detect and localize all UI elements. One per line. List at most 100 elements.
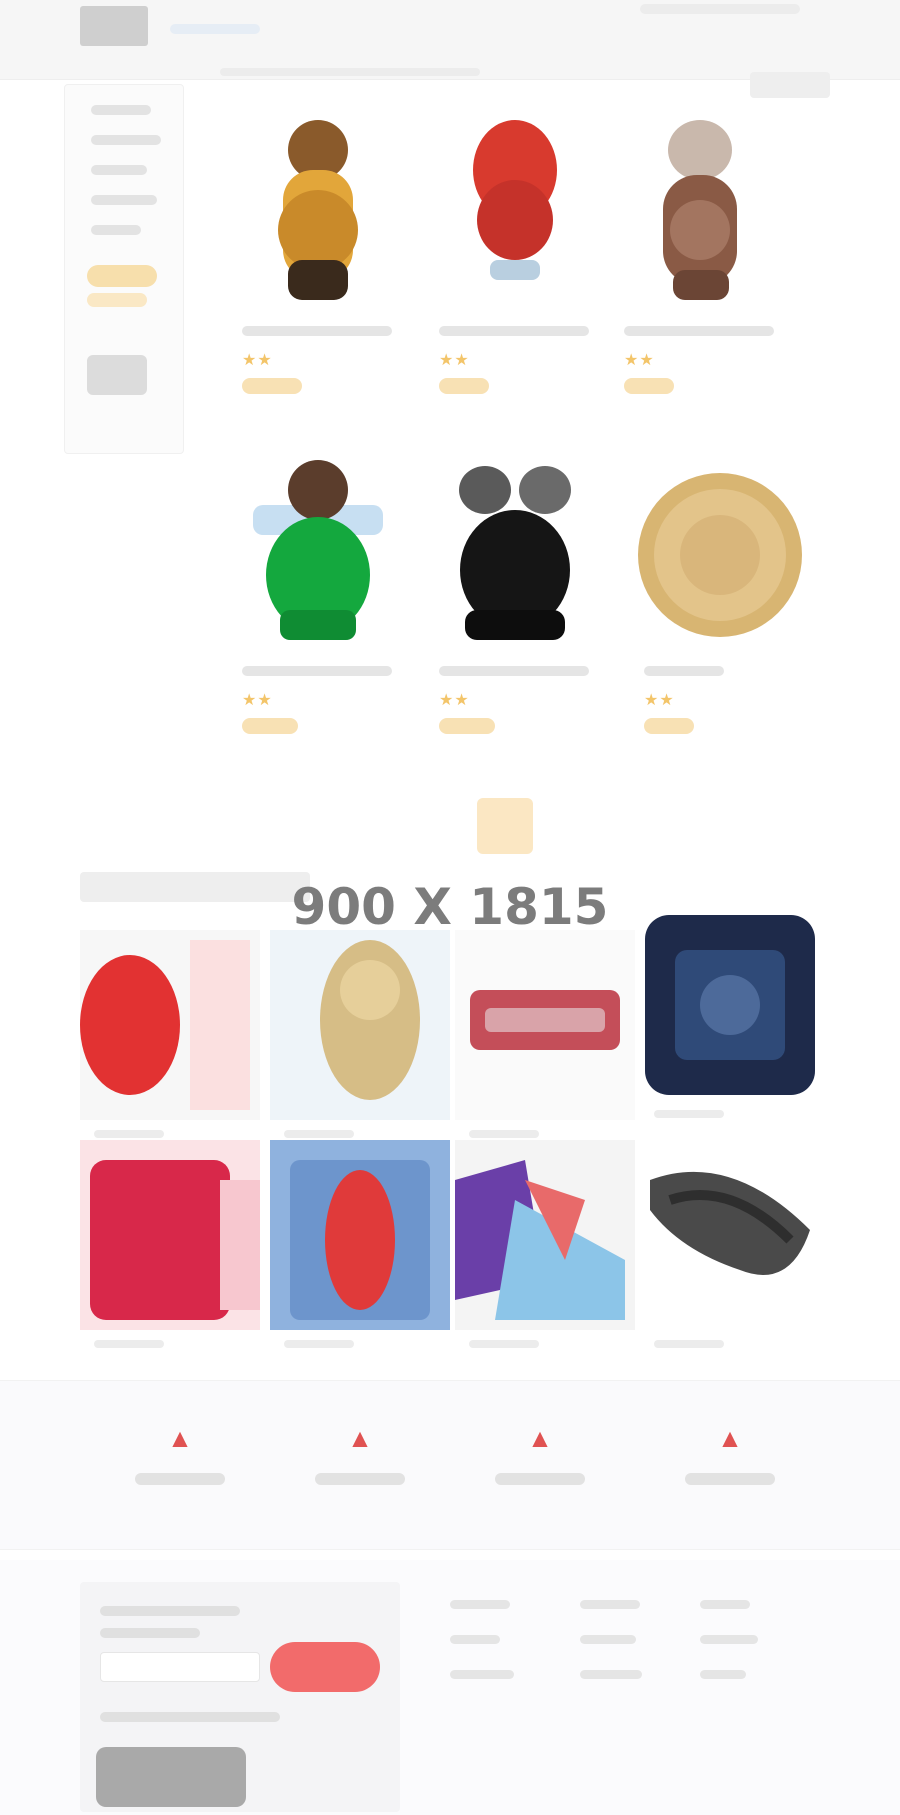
collection-caption[interactable] <box>284 1340 354 1348</box>
collection-image[interactable] <box>640 1140 820 1330</box>
product-title[interactable] <box>439 666 589 676</box>
product-image[interactable] <box>228 100 408 320</box>
collection-tile[interactable] <box>640 1140 820 1348</box>
collection-tile[interactable] <box>80 930 260 1138</box>
product-price <box>242 378 302 394</box>
collection-tile[interactable] <box>455 1140 635 1348</box>
filter-option[interactable] <box>91 135 161 145</box>
rating-filter[interactable] <box>87 293 147 307</box>
site-logo[interactable] <box>80 6 148 46</box>
rating-stars: ★★ <box>624 352 655 369</box>
filter-apply-button[interactable] <box>87 355 147 395</box>
collection-image[interactable] <box>80 930 260 1120</box>
product-card[interactable]: ★★ <box>228 440 408 770</box>
product-card[interactable]: ★★ <box>425 100 605 430</box>
collection-image[interactable] <box>270 1140 450 1330</box>
collection-caption[interactable] <box>284 1130 354 1138</box>
feature-text <box>685 1473 775 1485</box>
collection-tile[interactable] <box>640 910 820 1118</box>
product-price <box>242 718 298 734</box>
feature-item: ▲ <box>470 1421 610 1541</box>
filter-option[interactable] <box>91 165 147 175</box>
rating-stars: ★★ <box>644 692 675 709</box>
footer-link[interactable] <box>700 1635 758 1644</box>
header-links[interactable] <box>640 4 800 14</box>
footer-links-column <box>580 1600 680 1705</box>
gift-icon: ▲ <box>347 1422 373 1453</box>
collection-image[interactable] <box>455 1140 635 1330</box>
product-image[interactable] <box>425 440 605 660</box>
newsletter-box <box>80 1582 400 1812</box>
collection-image[interactable] <box>455 930 635 1120</box>
newsletter-subscribe-button[interactable] <box>270 1642 380 1692</box>
footer-link[interactable] <box>580 1670 642 1679</box>
footer-link[interactable] <box>700 1670 746 1679</box>
app-store-badge[interactable] <box>96 1747 246 1807</box>
product-title[interactable] <box>624 326 774 336</box>
footer-link[interactable] <box>450 1600 510 1609</box>
rating-filter[interactable] <box>87 265 157 287</box>
product-card[interactable]: ★★ <box>425 440 605 770</box>
collection-caption[interactable] <box>654 1340 724 1348</box>
feature-text <box>315 1473 405 1485</box>
nav-link[interactable] <box>170 24 260 34</box>
footer-link[interactable] <box>580 1600 640 1609</box>
footer-link[interactable] <box>450 1670 514 1679</box>
product-image[interactable] <box>425 100 605 320</box>
filter-option[interactable] <box>91 225 141 235</box>
sort-dropdown[interactable] <box>750 72 830 98</box>
pagination-current-page[interactable] <box>477 798 533 854</box>
product-image[interactable] <box>630 440 810 660</box>
feature-text <box>495 1473 585 1485</box>
rating-stars: ★★ <box>439 692 470 709</box>
product-image[interactable] <box>228 440 408 660</box>
feature-item: ▲ <box>290 1421 430 1541</box>
product-price <box>644 718 694 734</box>
breadcrumb <box>220 68 480 76</box>
collection-image[interactable] <box>640 910 820 1100</box>
product-title[interactable] <box>439 326 589 336</box>
collection-tile[interactable] <box>270 930 450 1138</box>
product-card[interactable]: ★★ <box>228 100 408 430</box>
product-title[interactable] <box>242 666 392 676</box>
secure-icon: ▲ <box>717 1422 743 1453</box>
collection-caption[interactable] <box>654 1110 724 1118</box>
product-title[interactable] <box>242 326 392 336</box>
site-header <box>0 0 900 80</box>
product-price <box>624 378 674 394</box>
rating-stars: ★★ <box>242 692 273 709</box>
newsletter-subtext <box>100 1628 200 1638</box>
rating-stars: ★★ <box>242 352 273 369</box>
collection-tile[interactable] <box>455 930 635 1138</box>
collection-caption[interactable] <box>94 1130 164 1138</box>
product-card[interactable]: ★★ <box>610 100 790 430</box>
collection-image[interactable] <box>270 930 450 1120</box>
feature-item: ▲ <box>660 1421 800 1541</box>
filter-heading <box>91 105 151 115</box>
footer-link[interactable] <box>450 1635 500 1644</box>
rating-stars: ★★ <box>439 352 470 369</box>
product-image[interactable] <box>610 100 790 320</box>
product-title[interactable] <box>644 666 724 676</box>
newsletter-heading <box>100 1606 240 1616</box>
feature-item: ▲ <box>110 1421 250 1541</box>
features-strip: ▲ ▲ ▲ ▲ <box>0 1380 900 1550</box>
filter-sidebar <box>64 84 184 454</box>
site-footer <box>0 1560 900 1815</box>
footer-link[interactable] <box>580 1635 636 1644</box>
product-card[interactable]: ★★ <box>630 440 810 770</box>
collection-tile[interactable] <box>80 1140 260 1348</box>
collection-caption[interactable] <box>469 1340 539 1348</box>
footer-link[interactable] <box>700 1600 750 1609</box>
footer-links-column <box>450 1600 550 1705</box>
footer-links-column <box>700 1600 800 1705</box>
collection-caption[interactable] <box>94 1340 164 1348</box>
footer-text <box>100 1712 280 1722</box>
newsletter-email-input[interactable] <box>100 1652 260 1682</box>
collection-tile[interactable] <box>270 1140 450 1348</box>
product-price <box>439 718 495 734</box>
collection-caption[interactable] <box>469 1130 539 1138</box>
filter-option[interactable] <box>91 195 157 205</box>
collection-image[interactable] <box>80 1140 260 1330</box>
product-price <box>439 378 489 394</box>
